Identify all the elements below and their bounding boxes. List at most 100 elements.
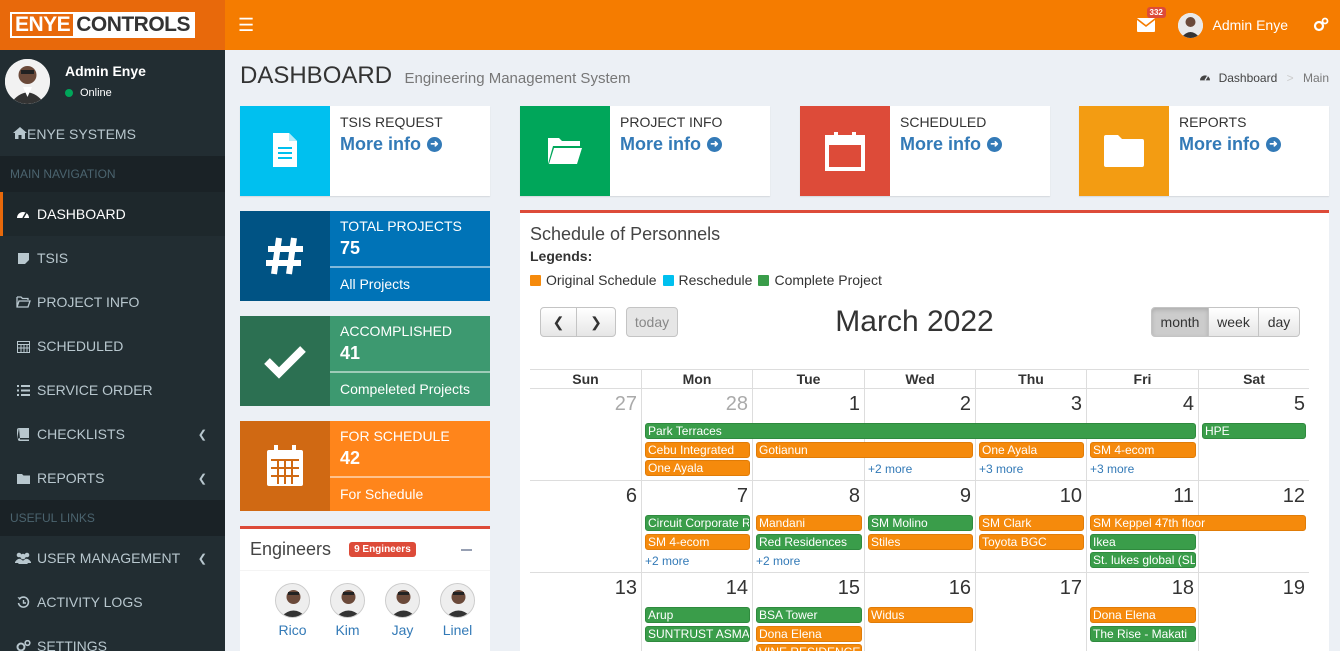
info-box-project-info: PROJECT INFO More info ➜ <box>520 106 770 196</box>
calendar-event[interactable]: St. lukes global (SL <box>1090 552 1196 568</box>
calendar-event[interactable]: Widus <box>868 607 973 623</box>
minus-icon[interactable] <box>461 548 472 551</box>
calendar-event[interactable]: Arup <box>645 607 750 623</box>
engineer-item[interactable]: Linel <box>430 583 485 638</box>
calendar-event[interactable]: Red Residences <box>756 533 862 550</box>
more-events-link[interactable]: +2 more <box>756 554 800 568</box>
more-info-link[interactable]: More info ➜ <box>620 134 722 155</box>
calendar-week-row: 27 28 1 2 3 4 5 Park Terraces HPE Cebu Integrated… <box>530 389 1309 481</box>
day-number: 3 <box>1070 393 1082 415</box>
sidebar-item-activity-logs[interactable]: ACTIVITY LOGS <box>0 580 225 624</box>
user-menu[interactable]: Admin Enye <box>1166 0 1302 50</box>
brand-logo[interactable]: ENYE CONTROLS <box>10 12 196 38</box>
weekday-label: Thu <box>976 370 1087 388</box>
calendar-event[interactable]: SM 4-ecom <box>1090 441 1196 458</box>
calendar-event[interactable]: Stiles <box>868 533 973 550</box>
day-number: 7 <box>736 485 748 507</box>
logo-area[interactable]: ENYE CONTROLS <box>0 0 225 50</box>
sidebar-item-scheduled[interactable]: SCHEDULED <box>0 324 225 368</box>
menu-toggle-icon[interactable]: ☰ <box>238 15 254 36</box>
sidebar-item-label: SERVICE ORDER <box>37 382 153 398</box>
calendar-event[interactable]: SUNTRUST ASMA <box>645 625 750 642</box>
legend-swatch <box>662 274 674 286</box>
sidebar-item-user-management[interactable]: USER MANAGEMENT ❮ <box>0 536 225 580</box>
calendar-event[interactable]: Cebu Integrated <box>645 441 750 458</box>
stat-footer: Compeleted Projects <box>340 381 470 397</box>
sidebar-item-label: CHECKLISTS <box>37 426 125 442</box>
day-view-button[interactable]: day <box>1258 307 1300 337</box>
stat-box-accomplished[interactable]: ACCOMPLISHED 41 Compeleted Projects <box>240 316 490 406</box>
engineer-item[interactable]: Jay <box>375 583 430 638</box>
sidebar-item-label: USER MANAGEMENT <box>37 550 181 566</box>
sidebar-item-label: DASHBOARD <box>37 206 126 222</box>
sidebar-item-reports[interactable]: REPORTS ❮ <box>0 456 225 500</box>
stat-box-for-schedule[interactable]: FOR SCHEDULE 42 For Schedule <box>240 421 490 511</box>
sidebar-item-dashboard[interactable]: DASHBOARD <box>0 192 225 236</box>
engineer-name[interactable]: Jay <box>375 622 430 638</box>
calendar-event[interactable]: Dona Elena <box>756 625 862 642</box>
calendar-event[interactable]: One Ayala <box>979 441 1084 458</box>
day-number: 11 <box>1173 485 1194 507</box>
sidebar-item-service-order[interactable]: SERVICE ORDER <box>0 368 225 412</box>
calendar-event[interactable]: SM Clark <box>979 515 1084 531</box>
day-number: 8 <box>848 485 860 507</box>
calendar-day-cell[interactable]: 27 <box>530 389 642 481</box>
calendar-day-cell[interactable]: 13 <box>530 573 642 651</box>
more-info-link[interactable]: More info ➜ <box>340 134 443 155</box>
calendar-event[interactable]: SM Keppel 47th floor <box>1090 515 1306 531</box>
more-events-link[interactable]: +3 more <box>979 462 1023 476</box>
breadcrumb-home-link[interactable]: Dashboard <box>1219 71 1278 85</box>
calendar-event[interactable]: Toyota BGC <box>979 533 1084 550</box>
menu-header-main: MAIN NAVIGATION <box>0 156 225 192</box>
calendar-event[interactable]: Mandani <box>756 515 862 531</box>
day-number: 10 <box>1059 485 1082 507</box>
more-events-link[interactable]: +3 more <box>1090 462 1134 476</box>
more-events-link[interactable]: +2 more <box>645 554 689 568</box>
engineer-name[interactable]: Kim <box>320 622 375 638</box>
stat-box-total-projects[interactable]: TOTAL PROJECTS 75 All Projects <box>240 211 490 301</box>
engineer-name[interactable]: Rico <box>265 622 320 638</box>
calendar-event[interactable]: One Ayala <box>645 460 750 476</box>
top-user-name: Admin Enye <box>1212 17 1288 33</box>
day-number: 17 <box>1059 577 1082 599</box>
calendar-event[interactable]: SM Molino <box>868 515 973 531</box>
day-number: 16 <box>948 577 971 599</box>
calendar-event[interactable]: HPE <box>1202 423 1306 439</box>
more-info-link[interactable]: More info ➜ <box>900 134 1002 155</box>
calendar-event[interactable]: BSA Tower <box>756 607 862 623</box>
calendar-event[interactable]: Ikea <box>1090 533 1196 550</box>
sidebar-item-tsis[interactable]: TSIS <box>0 236 225 280</box>
calendar-event[interactable]: SM 4-ecom <box>645 533 750 550</box>
calendar-event[interactable]: Circuit Corporate R <box>645 515 750 531</box>
calendar-day-cell[interactable]: 19 <box>1199 573 1309 651</box>
folder-icon <box>1079 106 1169 196</box>
calendar-event[interactable]: VINE RESIDENCES <box>756 644 862 651</box>
logo-text-part1: ENYE <box>12 14 74 36</box>
engineer-item[interactable]: Rico <box>265 583 320 638</box>
calendar-event[interactable]: The Rise - Makati <box>1090 625 1196 642</box>
more-info-link[interactable]: More info ➜ <box>1179 134 1281 155</box>
day-number: 1 <box>848 393 860 415</box>
sidebar-item-enye-systems[interactable]: ENYE SYSTEMS <box>0 112 225 156</box>
engineer-name[interactable]: Linel <box>430 622 485 638</box>
calendar-event[interactable]: Gotianun <box>756 441 973 458</box>
calendar-icon <box>240 421 330 511</box>
sidebar-item-checklists[interactable]: CHECKLISTS ❮ <box>0 412 225 456</box>
messages-button[interactable]: 332 <box>1126 0 1166 50</box>
week-view-button[interactable]: week <box>1208 307 1259 337</box>
sidebar-item-project-info[interactable]: PROJECT INFO <box>0 280 225 324</box>
calendar-day-cell[interactable]: 17 <box>976 573 1087 651</box>
calendar-day-cell[interactable]: 6 <box>530 481 642 573</box>
sticky-note-icon <box>13 252 33 264</box>
content-header: DASHBOARD Engineering Management System … <box>240 62 1330 96</box>
page-subtitle: Engineering Management System <box>404 70 631 87</box>
calendar-event[interactable]: Dona Elena <box>1090 607 1196 623</box>
settings-gears-icon[interactable] <box>1302 0 1340 50</box>
engineer-item[interactable]: Kim <box>320 583 375 638</box>
more-events-link[interactable]: +2 more <box>868 462 912 476</box>
sidebar-item-settings[interactable]: SETTINGS <box>0 624 225 651</box>
day-number: 6 <box>625 485 637 507</box>
legend: Original Schedule Reschedule Complete Pr… <box>530 272 888 288</box>
month-view-button[interactable]: month <box>1151 307 1209 337</box>
calendar-event[interactable]: Park Terraces <box>645 423 1196 439</box>
